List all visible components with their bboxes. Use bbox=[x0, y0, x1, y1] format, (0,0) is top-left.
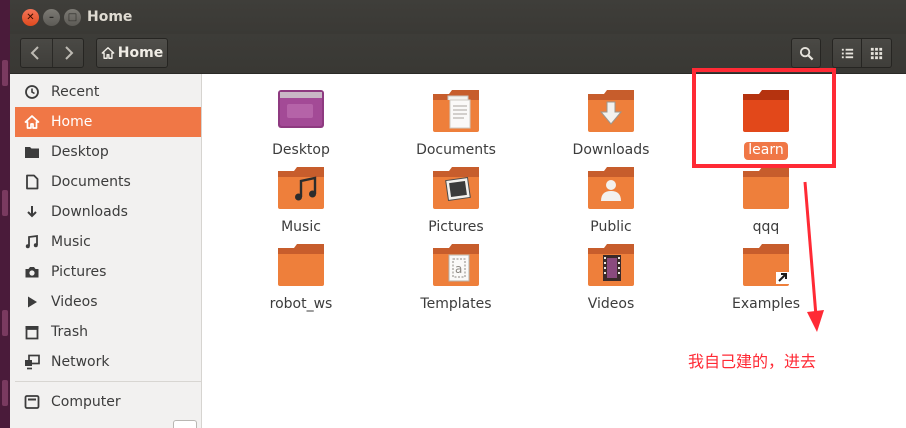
file-manager-window: ✕ – □ Home Home Recent Home Desktop Docu… bbox=[10, 0, 906, 428]
launcher-strip bbox=[0, 0, 10, 428]
annotation-text: 我自己建的，进去 bbox=[688, 352, 817, 371]
launcher-item[interactable] bbox=[2, 310, 8, 336]
launcher-item[interactable] bbox=[2, 190, 8, 216]
launcher-item[interactable] bbox=[2, 60, 8, 86]
launcher-item[interactable] bbox=[2, 380, 8, 406]
